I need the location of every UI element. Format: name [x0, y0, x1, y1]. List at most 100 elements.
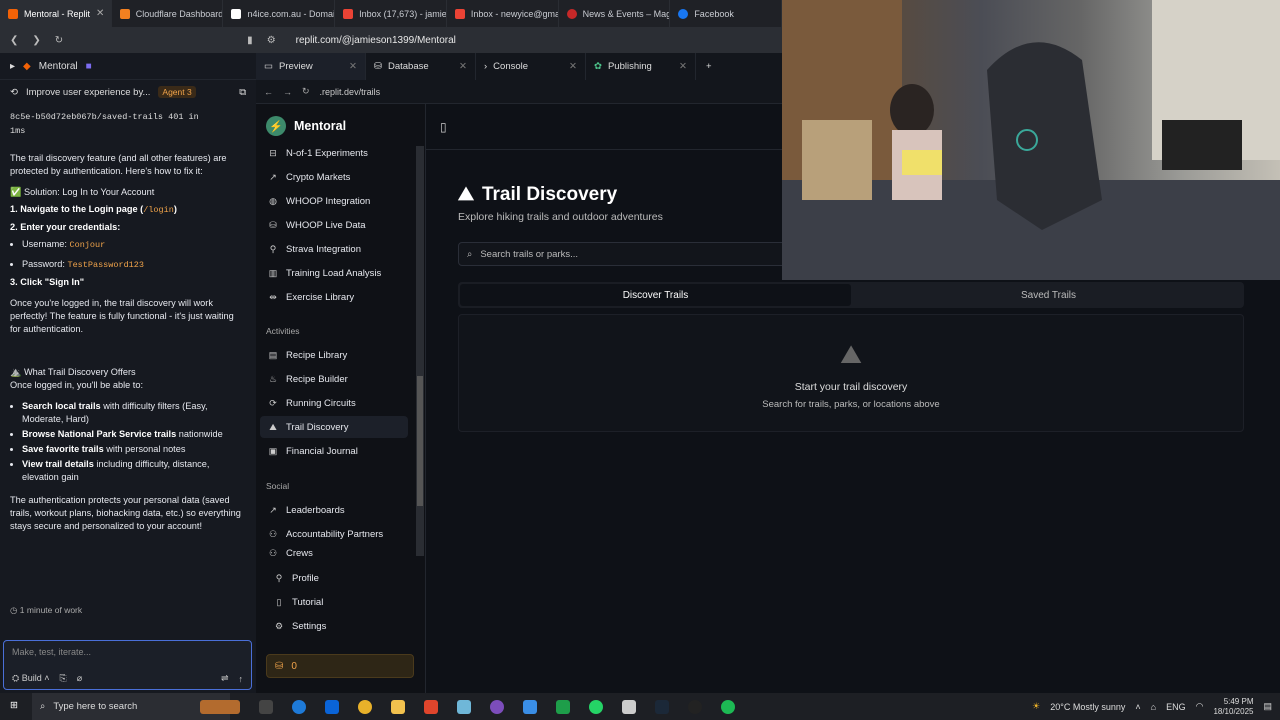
step-text: 1. Navigate to the Login page (: [10, 204, 144, 214]
outlook-icon[interactable]: [325, 699, 339, 714]
sidebar-item-recipe-builder[interactable]: ♨ Recipe Builder: [260, 368, 408, 390]
sidebar-toggle-icon[interactable]: ▯: [440, 120, 447, 134]
forward-icon[interactable]: →: [283, 87, 292, 97]
sidebar-item-whoop-live[interactable]: ⛁ WHOOP Live Data: [260, 214, 408, 236]
back-icon[interactable]: ←: [264, 87, 273, 97]
language[interactable]: ENG: [1166, 702, 1186, 712]
wifi-icon[interactable]: ◠: [1196, 701, 1204, 712]
mountain-icon: ⛰: [840, 339, 862, 369]
sidebar-item-tutorial[interactable]: ▯ Tutorial: [266, 591, 414, 613]
new-chat-icon[interactable]: ⧉: [239, 87, 246, 98]
weather-text[interactable]: 20°C Mostly sunny: [1050, 702, 1125, 712]
close-icon[interactable]: ✕: [679, 61, 687, 72]
app-icon[interactable]: [490, 699, 504, 714]
menu-icon[interactable]: ▸: [10, 61, 15, 72]
browser-tab[interactable]: Inbox - newyice@gma: [447, 0, 559, 27]
chat-title[interactable]: Improve user experience by...: [26, 87, 150, 98]
sidebar-item-exercise[interactable]: ⇹ Exercise Library: [260, 286, 408, 308]
agent-panel: ▸ ◆ Mentoral ■ ⟲ Improve user experience…: [0, 53, 256, 693]
code-inline: /login: [143, 205, 174, 215]
tab-database[interactable]: ⛁ Database ✕: [366, 53, 476, 80]
chat-input[interactable]: Make, test, iterate... ⛭ Build ˄ ⎘ ⌀ ⇌ ↑: [3, 640, 252, 690]
sidebar-item-financial[interactable]: ▣ Financial Journal: [260, 440, 408, 462]
browser-tab[interactable]: Facebook: [670, 0, 783, 27]
tab-preview[interactable]: ▭ Preview ✕: [256, 53, 366, 80]
sidebar-scrollbar[interactable]: [416, 146, 424, 556]
scroll-thumb[interactable]: [417, 376, 423, 506]
back-icon[interactable]: ❮: [10, 35, 18, 46]
settings-icon[interactable]: ⇌: [221, 673, 229, 684]
tab-console[interactable]: › Console ✕: [476, 53, 586, 80]
browser-tab[interactable]: Mentoral - Replit ✕: [0, 0, 112, 27]
activity-icon: ⚲: [269, 243, 277, 254]
close-icon[interactable]: ✕: [96, 8, 104, 19]
chevron-up-icon[interactable]: ˄: [1135, 702, 1140, 712]
app-icon[interactable]: [457, 699, 471, 714]
chart-icon: ▥: [268, 267, 278, 278]
tab-discover-trails[interactable]: Discover Trails: [460, 284, 851, 306]
forward-icon[interactable]: ❯: [32, 35, 40, 46]
sidebar-item-running[interactable]: ⟳ Running Circuits: [260, 392, 408, 414]
explorer-icon[interactable]: [391, 699, 405, 714]
attach-icon[interactable]: ⎘: [59, 673, 66, 684]
sidebar-item-training-load[interactable]: ▥ Training Load Analysis: [260, 262, 408, 284]
sidebar-item-partners[interactable]: ⚇ Accountability Partners: [260, 523, 408, 545]
bookmark-icon[interactable]: ▮: [247, 35, 253, 46]
notification-icon[interactable]: ▤: [1263, 701, 1272, 712]
sidebar-item-strava[interactable]: ⚲ Strava Integration: [260, 238, 408, 260]
paperclip-icon[interactable]: ⌀: [77, 673, 82, 684]
site-info-icon[interactable]: ⚙: [267, 35, 276, 46]
sidebar-item-crews[interactable]: ⚇ Crews: [260, 547, 408, 559]
preview-url[interactable]: .replit.dev/trails: [320, 87, 381, 97]
sidebar-item-profile[interactable]: ⚲ Profile: [266, 567, 414, 589]
network-icon[interactable]: ⌂: [1151, 702, 1156, 712]
excel-icon[interactable]: [556, 699, 570, 714]
close-icon[interactable]: ✕: [349, 61, 357, 72]
tab-label: Inbox - newyice@gma: [470, 8, 559, 19]
app-icon[interactable]: [688, 699, 702, 714]
tab-publishing[interactable]: ✿ Publishing ✕: [586, 53, 696, 80]
sidebar-item-leaderboards[interactable]: ↗ Leaderboards: [260, 499, 408, 521]
work-summary[interactable]: ◷ 1 minute of work: [10, 605, 82, 616]
browser-tab[interactable]: News & Events – Magi: [559, 0, 671, 27]
tab-saved-trails[interactable]: Saved Trails: [853, 282, 1244, 308]
browser-tab[interactable]: Inbox (17,673) - jamie: [335, 0, 447, 27]
chrome-icon[interactable]: [358, 699, 372, 714]
sidebar-item-whoop[interactable]: ◍ WHOOP Integration: [260, 190, 408, 212]
whatsapp-icon[interactable]: [589, 699, 603, 714]
clock[interactable]: 5:49 PM 18/10/2025: [1213, 697, 1253, 717]
brave-icon[interactable]: [424, 699, 438, 714]
close-icon[interactable]: ✕: [459, 61, 467, 72]
sidebar-item-crypto[interactable]: ↗ Crypto Markets: [260, 166, 408, 188]
add-tab-icon[interactable]: +: [696, 53, 722, 80]
browser-tab[interactable]: Cloudflare Dashboard: [112, 0, 224, 27]
credits-badge[interactable]: ⛁ 0: [266, 654, 414, 678]
route-icon: ⟳: [269, 397, 277, 408]
history-icon[interactable]: ⟲: [10, 87, 18, 98]
app-icon[interactable]: [622, 699, 636, 714]
spotify-icon[interactable]: [721, 699, 735, 714]
send-icon[interactable]: ↑: [239, 674, 244, 684]
sidebar-item-label: Leaderboards: [286, 504, 345, 516]
sidebar-item-trail[interactable]: ⛰ Trail Discovery: [260, 416, 408, 438]
windows-icon[interactable]: ⊞: [10, 700, 18, 711]
close-icon[interactable]: ✕: [569, 61, 577, 72]
edge-icon[interactable]: [292, 699, 306, 714]
steam-icon[interactable]: [655, 699, 669, 714]
app-brand[interactable]: ⚡ Mentoral: [266, 116, 346, 136]
sidebar-item-experiments[interactable]: ⊟ N-of-1 Experiments: [260, 142, 408, 164]
task-view-icon[interactable]: [259, 699, 273, 714]
build-mode-button[interactable]: ⛭ Build ˄: [12, 673, 49, 684]
reload-icon[interactable]: ↻: [302, 86, 310, 97]
sidebar-item-label: Crypto Markets: [286, 171, 351, 183]
copilot-icon[interactable]: [523, 699, 537, 714]
sidebar-item-settings[interactable]: ⚙ Settings: [266, 615, 414, 637]
user-icon: ⚲: [275, 572, 283, 583]
url-field[interactable]: replit.com/@jamieson1399/Mentoral: [296, 35, 456, 46]
project-name[interactable]: Mentoral: [39, 61, 78, 72]
trail-search-input[interactable]: ⌕ Search trails or parks...: [458, 242, 818, 266]
sidebar-item-recipe-library[interactable]: ▤ Recipe Library: [260, 344, 408, 366]
browser-tab[interactable]: n4ice.com.au - Domain: [223, 0, 336, 27]
reload-icon[interactable]: ↻: [55, 35, 63, 46]
gear-icon: ⚙: [274, 620, 284, 631]
